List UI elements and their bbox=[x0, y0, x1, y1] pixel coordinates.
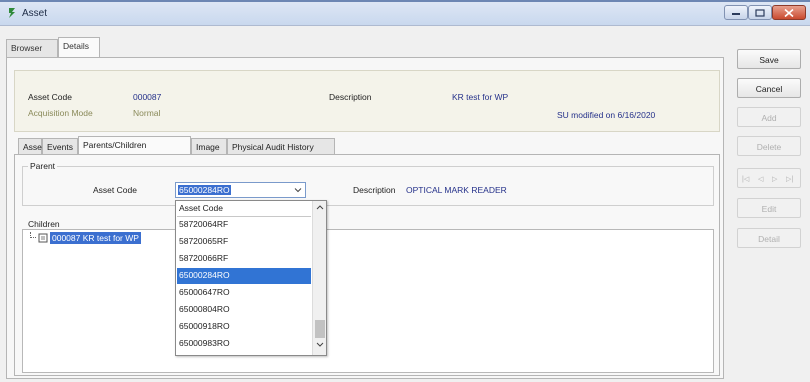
children-tree bbox=[22, 229, 714, 373]
asset-code-label: Asset Code bbox=[28, 92, 72, 102]
parent-asset-code-label: Asset Code bbox=[93, 185, 137, 195]
minimize-icon bbox=[732, 12, 740, 15]
children-legend: Children bbox=[28, 219, 60, 229]
previous-record-icon[interactable]: ◁ bbox=[758, 175, 763, 183]
parent-asset-code-value: 65000284RO bbox=[178, 185, 231, 195]
maximize-icon bbox=[755, 8, 765, 17]
close-button[interactable] bbox=[772, 5, 806, 20]
tab-events[interactable]: Events bbox=[42, 138, 78, 154]
dropdown-header: Asset Code bbox=[177, 201, 311, 217]
tab-physical-audit-history[interactable]: Physical Audit History bbox=[227, 138, 335, 154]
window-titlebar bbox=[0, 0, 810, 26]
tab-details[interactable]: Details bbox=[58, 37, 100, 57]
parent-legend: Parent bbox=[28, 161, 58, 171]
tab-browser[interactable]: Browser bbox=[6, 39, 58, 57]
modified-info: SU modified on 6/16/2020 bbox=[557, 110, 656, 120]
chevron-down-icon[interactable] bbox=[294, 186, 302, 194]
tab-asset[interactable]: Asset bbox=[18, 138, 44, 154]
dropdown-option[interactable]: 58720066RF bbox=[177, 251, 311, 267]
detail-button[interactable]: Detail bbox=[737, 228, 801, 248]
delete-button[interactable]: Delete bbox=[737, 136, 801, 156]
window-top-border bbox=[0, 0, 810, 2]
edit-button[interactable]: Edit bbox=[737, 198, 801, 218]
save-button[interactable]: Save bbox=[737, 49, 801, 69]
record-navigation: |◁ ◁ ▷ ▷| bbox=[737, 168, 801, 188]
next-record-icon[interactable]: ▷ bbox=[772, 175, 777, 183]
description-label: Description bbox=[329, 92, 372, 102]
window-title: Asset bbox=[22, 8, 48, 19]
chevron-up-icon[interactable] bbox=[316, 204, 324, 210]
acquisition-mode-value: Normal bbox=[133, 108, 161, 118]
parent-asset-code-combo[interactable]: 65000284RO bbox=[175, 182, 306, 198]
description-value: KR test for WP bbox=[452, 92, 509, 102]
tab-image[interactable]: Image bbox=[191, 138, 227, 154]
minimize-button[interactable] bbox=[724, 5, 748, 20]
dropdown-option-selected[interactable]: 65000284RO bbox=[177, 268, 311, 284]
close-icon bbox=[784, 8, 794, 17]
last-record-icon[interactable]: ▷| bbox=[786, 175, 793, 183]
acquisition-mode-label: Acquisition Mode bbox=[28, 108, 93, 118]
dropdown-option[interactable]: 65000647RO bbox=[177, 285, 311, 301]
parent-description-label: Description bbox=[353, 185, 396, 195]
dropdown-scrollbar[interactable] bbox=[312, 201, 326, 355]
app-icon bbox=[8, 7, 17, 19]
dropdown-option[interactable]: 58720064RF bbox=[177, 217, 311, 233]
child-item[interactable]: 000087 KR test for WP bbox=[50, 232, 141, 244]
tab-parents-children[interactable]: Parents/Children bbox=[78, 136, 191, 154]
dropdown-option[interactable]: 65000804RO bbox=[177, 302, 311, 318]
cancel-button[interactable]: Cancel bbox=[737, 78, 801, 98]
asset-code-dropdown[interactable]: Asset Code 58720064RF 58720065RF 5872006… bbox=[175, 200, 327, 356]
dropdown-option[interactable]: 65000983RO bbox=[177, 336, 311, 352]
dropdown-option[interactable]: 65000918RO bbox=[177, 319, 311, 335]
maximize-button[interactable] bbox=[748, 5, 772, 20]
first-record-icon[interactable]: |◁ bbox=[742, 175, 749, 183]
tree-connector bbox=[30, 232, 36, 238]
document-icon bbox=[38, 233, 48, 243]
parent-description-value: OPTICAL MARK READER bbox=[406, 185, 507, 195]
add-button[interactable]: Add bbox=[737, 107, 801, 127]
dropdown-option[interactable]: 58720065RF bbox=[177, 234, 311, 250]
chevron-down-icon[interactable] bbox=[316, 342, 324, 348]
asset-code-value: 000087 bbox=[133, 92, 162, 102]
scrollbar-thumb[interactable] bbox=[315, 320, 325, 338]
